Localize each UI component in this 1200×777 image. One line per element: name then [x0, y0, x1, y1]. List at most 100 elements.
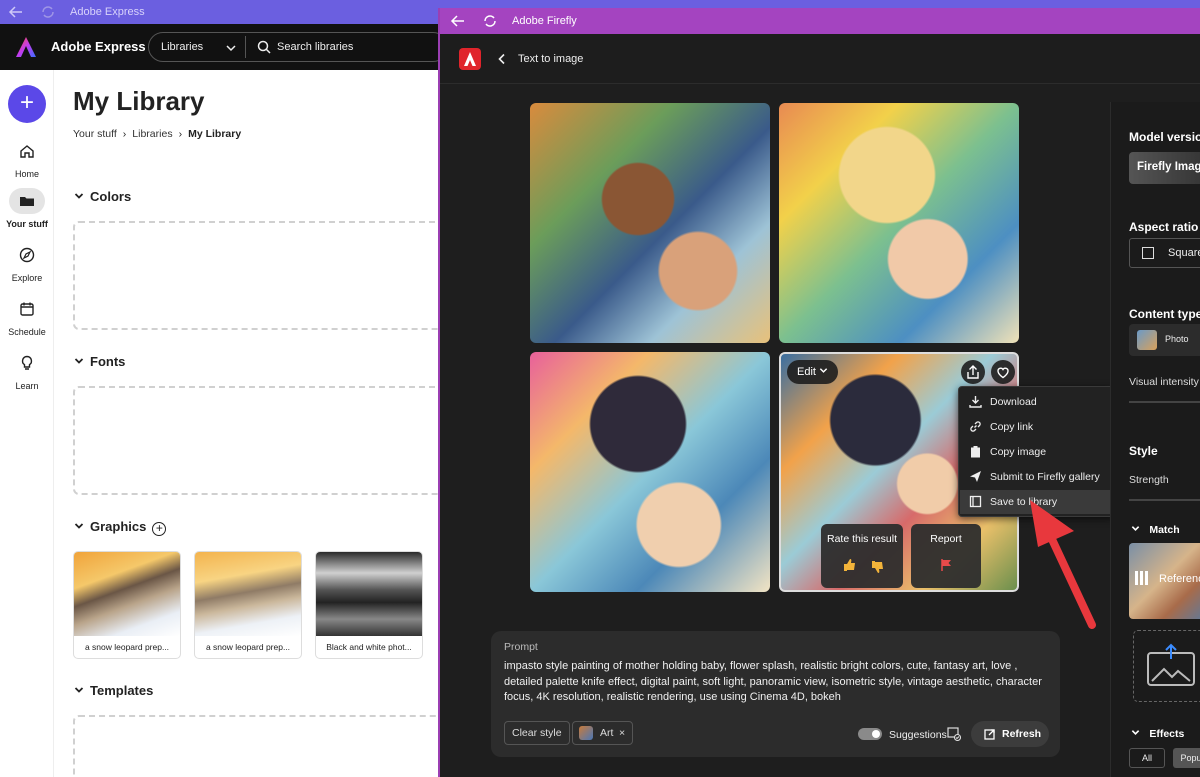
reference-label: Referenc: [1159, 573, 1200, 585]
templates-section-toggle[interactable]: Templates: [74, 683, 153, 698]
flag-icon: [941, 559, 951, 571]
colors-section-toggle[interactable]: Colors: [74, 189, 131, 204]
match-label: Match: [1149, 524, 1180, 536]
sync-icon[interactable]: [40, 4, 56, 20]
thumbs-down-icon[interactable]: [871, 560, 885, 574]
chevron-down-icon: [1131, 526, 1140, 531]
graphics-section-toggle[interactable]: Graphics +: [74, 519, 167, 536]
remove-chip-icon[interactable]: ×: [619, 722, 625, 744]
rail-item-your-stuff[interactable]: Your stuff: [0, 188, 54, 229]
rail-item-learn[interactable]: Learn: [0, 350, 54, 391]
report-card[interactable]: Report: [911, 524, 981, 588]
effects-tab-all[interactable]: All: [1129, 748, 1165, 768]
generated-image[interactable]: [779, 103, 1019, 343]
snow-leopard-image: [74, 552, 180, 636]
search-scope-select[interactable]: Libraries: [161, 41, 203, 53]
library-search-bar[interactable]: Libraries Search libraries: [148, 32, 448, 62]
adobe-express-logo-icon[interactable]: [14, 35, 38, 59]
fonts-drop-zone[interactable]: [73, 386, 453, 495]
link-icon: [970, 421, 981, 432]
suggestions-toggle[interactable]: [858, 728, 882, 740]
add-graphic-icon[interactable]: +: [152, 522, 167, 536]
effects-tab-popular[interactable]: Popu: [1173, 748, 1200, 768]
style-chip[interactable]: Art ×: [572, 721, 633, 745]
settings-panel: Model version Firefly Image Aspect ratio…: [1110, 102, 1200, 777]
share-button[interactable]: [961, 360, 985, 384]
search-input[interactable]: Search libraries: [277, 41, 353, 53]
sync-icon[interactable]: [482, 13, 498, 29]
generated-image[interactable]: [530, 352, 770, 592]
aspect-ratio-select[interactable]: Square: [1129, 238, 1200, 268]
effects-label: Effects: [1149, 728, 1185, 740]
menu-item-submit-gallery[interactable]: Submit to Firefly gallery: [960, 465, 1114, 489]
prompt-label: Prompt: [504, 641, 538, 653]
adobe-logo-icon[interactable]: [459, 48, 481, 70]
upload-image-icon: [1147, 643, 1195, 686]
chip-label: Art: [600, 727, 614, 739]
upload-reference-zone[interactable]: [1133, 630, 1200, 702]
chevron-down-icon: [74, 358, 84, 364]
grid-icon: [1135, 571, 1149, 585]
clear-style-button[interactable]: Clear style: [504, 721, 570, 745]
favorite-button[interactable]: [991, 360, 1015, 384]
thumbs-up-icon[interactable]: [843, 558, 857, 572]
back-arrow-icon[interactable]: [450, 13, 466, 29]
match-section-toggle[interactable]: Match: [1131, 522, 1180, 536]
menu-item-copy-link[interactable]: Copy link: [960, 415, 1114, 439]
breadcrumb-your-stuff[interactable]: Your stuff: [73, 128, 117, 140]
chevron-down-icon: [74, 523, 84, 529]
templates-drop-zone[interactable]: [73, 715, 453, 777]
visual-intensity-label: Visual intensity: [1129, 376, 1199, 388]
rail-item-explore[interactable]: Explore: [0, 242, 54, 283]
firefly-window: Adobe Firefly Text to image Edit Rate th…: [438, 8, 1200, 777]
left-nav-rail: + Home Your stuff Explore Schedule Learn: [0, 70, 54, 777]
menu-item-save-to-library[interactable]: Save to library: [960, 490, 1114, 514]
reference-image[interactable]: Referenc: [1129, 543, 1200, 619]
lightbulb-icon: [9, 350, 45, 376]
chevron-down-icon: [819, 368, 828, 373]
breadcrumb: Your stuff › Libraries › My Library: [73, 128, 241, 140]
rail-item-schedule[interactable]: Schedule: [0, 296, 54, 337]
content-type-label: Content type: [1129, 307, 1200, 321]
create-new-button[interactable]: +: [8, 85, 46, 123]
breadcrumb-libraries[interactable]: Libraries: [132, 128, 172, 140]
rate-result-card: Rate this result: [821, 524, 903, 588]
share-icon: [967, 365, 979, 379]
colors-drop-zone[interactable]: [73, 221, 453, 330]
generated-image[interactable]: [530, 103, 770, 343]
graphic-thumbnail[interactable]: a snow leopard prep...: [194, 551, 302, 659]
chevron-down-icon[interactable]: [225, 42, 237, 54]
model-version-select[interactable]: Firefly Image: [1129, 152, 1200, 184]
graphic-thumbnail[interactable]: Black and white phot...: [315, 551, 423, 659]
suggestions-icon[interactable]: [947, 727, 961, 741]
edit-button[interactable]: Edit: [787, 360, 839, 384]
chevron-down-icon: [1131, 730, 1140, 735]
divider: [245, 36, 246, 58]
rail-label: Home: [14, 169, 39, 179]
compass-icon: [9, 242, 45, 268]
firefly-title-bar: Adobe Firefly: [440, 8, 1200, 34]
menu-label: Copy link: [990, 421, 1034, 433]
square-icon: [1142, 247, 1154, 259]
effects-section-toggle[interactable]: Effects: [1131, 726, 1184, 740]
menu-item-download[interactable]: Download: [960, 390, 1114, 414]
snow-leopard-image: [195, 552, 301, 636]
visual-intensity-slider[interactable]: [1129, 401, 1200, 403]
prompt-input[interactable]: impasto style painting of mother holding…: [504, 659, 1049, 706]
style-label: Style: [1129, 444, 1158, 458]
prompt-box: Prompt impasto style painting of mother …: [491, 631, 1060, 757]
fonts-section-toggle[interactable]: Fonts: [74, 354, 125, 369]
back-arrow-icon[interactable]: [8, 4, 24, 20]
section-title: Graphics: [90, 519, 147, 534]
menu-item-copy-image[interactable]: Copy image: [960, 440, 1114, 464]
refresh-button[interactable]: Refresh: [971, 721, 1049, 747]
rail-item-home[interactable]: Home: [0, 138, 54, 179]
strength-slider[interactable]: [1129, 499, 1200, 501]
chevron-left-icon[interactable]: [496, 53, 508, 65]
breadcrumb-my-library: My Library: [188, 128, 242, 140]
section-title: Colors: [90, 189, 132, 204]
refresh-icon: [984, 729, 995, 740]
content-type-photo-button[interactable]: Photo: [1129, 324, 1200, 356]
graphic-thumbnail[interactable]: a snow leopard prep...: [73, 551, 181, 659]
photo-icon: [1137, 330, 1157, 350]
